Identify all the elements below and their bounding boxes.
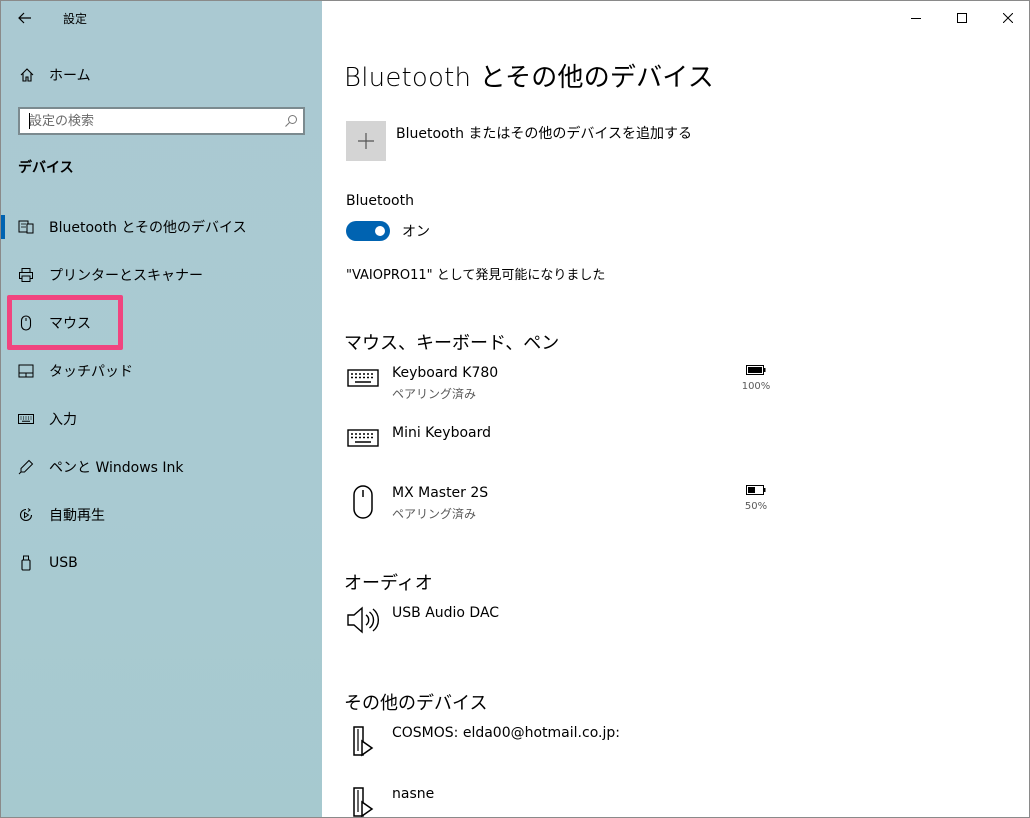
- sidebar-item-label: タッチパッド: [49, 364, 133, 380]
- sidebar-item-bluetooth[interactable]: Bluetooth とその他のデバイス: [1, 203, 322, 251]
- maximize-icon: [957, 13, 967, 23]
- group-title-audio: オーディオ: [344, 573, 433, 594]
- app-title: 設定: [63, 11, 88, 26]
- sidebar-item-label: USB: [49, 555, 78, 571]
- touchpad-icon: [16, 364, 36, 378]
- home-label: ホーム: [49, 68, 91, 84]
- pen-icon: [16, 459, 36, 475]
- device-item[interactable]: Mini Keyboard: [346, 425, 786, 475]
- add-device-label: Bluetooth またはその他のデバイスを追加する: [396, 126, 692, 142]
- mouse-icon: [16, 315, 36, 331]
- bluetooth-toggle-row: オン: [346, 221, 430, 241]
- toggle-knob: [375, 226, 385, 236]
- device-name: COSMOS: elda00@hotmail.co.jp:: [392, 725, 620, 741]
- device-item[interactable]: Keyboard K780 ペアリング済み 100%: [346, 365, 786, 415]
- section-title: デバイス: [18, 160, 74, 176]
- maximize-button[interactable]: [939, 1, 985, 35]
- sidebar-item-label: マウス: [49, 316, 91, 332]
- autoplay-icon: [16, 507, 36, 523]
- device-item[interactable]: nasne: [346, 786, 786, 817]
- back-arrow-icon: [18, 12, 31, 24]
- sidebar-item-usb[interactable]: USB: [1, 539, 322, 587]
- home-link[interactable]: ホーム: [1, 57, 322, 93]
- media-device-icon: [346, 725, 380, 765]
- battery-percent: 100%: [741, 381, 771, 392]
- sidebar-item-autoplay[interactable]: 自動再生: [1, 491, 322, 539]
- device-name: Mini Keyboard: [392, 425, 491, 441]
- battery-percent: 50%: [744, 501, 768, 512]
- sidebar-item-printers[interactable]: プリンターとスキャナー: [1, 251, 322, 299]
- group-title-other: その他のデバイス: [344, 693, 488, 714]
- keyboard-icon: [346, 365, 380, 405]
- printer-icon: [16, 267, 36, 283]
- battery-indicator: 100%: [736, 365, 776, 392]
- sidebar-item-label: ペンと Windows Ink: [49, 460, 184, 476]
- device-status: ペアリング済み: [392, 387, 477, 401]
- toggle-state-label: オン: [402, 224, 430, 240]
- sidebar-item-mouse[interactable]: マウス: [1, 299, 322, 347]
- battery-icon: [746, 485, 766, 495]
- text-caret: [29, 113, 30, 129]
- sidebar-item-label: プリンターとスキャナー: [49, 268, 203, 284]
- title-bar: 設定: [1, 1, 322, 35]
- media-device-icon: [346, 786, 380, 817]
- minimize-icon: [911, 18, 921, 19]
- sidebar-nav: Bluetooth とその他のデバイス プリンターとスキャナー マウス タッチパ…: [1, 203, 322, 587]
- bluetooth-toggle[interactable]: [346, 221, 390, 241]
- add-icon: [346, 121, 386, 161]
- mouse-icon: [346, 485, 380, 525]
- search-icon[interactable]: [279, 114, 303, 128]
- device-item[interactable]: MX Master 2S ペアリング済み 50%: [346, 485, 786, 535]
- sidebar-item-pen[interactable]: ペンと Windows Ink: [1, 443, 322, 491]
- usb-icon: [16, 555, 36, 571]
- settings-search-box[interactable]: [18, 107, 305, 135]
- minimize-button[interactable]: [893, 1, 939, 35]
- window-controls: [893, 1, 1029, 35]
- battery-indicator: 50%: [736, 485, 776, 512]
- sidebar-item-label: 入力: [49, 412, 77, 428]
- bluetooth-label: Bluetooth: [346, 193, 414, 209]
- device-name: Keyboard K780: [392, 365, 499, 381]
- add-device-button[interactable]: Bluetooth またはその他のデバイスを追加する: [346, 121, 692, 161]
- sidebar-item-label: Bluetooth とその他のデバイス: [49, 220, 247, 236]
- close-icon: [1003, 13, 1013, 23]
- device-status: ペアリング済み: [392, 507, 477, 521]
- device-item[interactable]: USB Audio DAC: [346, 605, 786, 655]
- speaker-icon: [346, 605, 380, 645]
- back-button[interactable]: [1, 1, 49, 35]
- battery-icon: [746, 365, 766, 375]
- group-title-input: マウス、キーボード、ペン: [344, 333, 560, 354]
- device-item[interactable]: COSMOS: elda00@hotmail.co.jp:: [346, 725, 786, 775]
- sidebar-item-touchpad[interactable]: タッチパッド: [1, 347, 322, 395]
- discoverable-text: "VAIOPRO11" として発見可能になりました: [346, 268, 606, 283]
- main-content: Bluetooth とその他のデバイス Bluetooth またはその他のデバイ…: [322, 1, 1029, 817]
- bluetooth-devices-icon: [16, 219, 36, 235]
- close-button[interactable]: [985, 1, 1029, 35]
- home-icon: [17, 67, 37, 83]
- keyboard-icon: [16, 413, 36, 425]
- device-name: nasne: [392, 786, 435, 802]
- settings-window: 設定 ホーム デバイス Bluetooth とその他のデバイス: [0, 0, 1030, 818]
- search-input[interactable]: [20, 110, 279, 132]
- device-name: MX Master 2S: [392, 485, 489, 501]
- page-title: Bluetooth とその他のデバイス: [344, 63, 714, 93]
- sidebar: 設定 ホーム デバイス Bluetooth とその他のデバイス: [1, 1, 322, 817]
- device-name: USB Audio DAC: [392, 605, 500, 621]
- sidebar-item-label: 自動再生: [49, 508, 105, 524]
- sidebar-item-typing[interactable]: 入力: [1, 395, 322, 443]
- keyboard-icon: [346, 425, 380, 465]
